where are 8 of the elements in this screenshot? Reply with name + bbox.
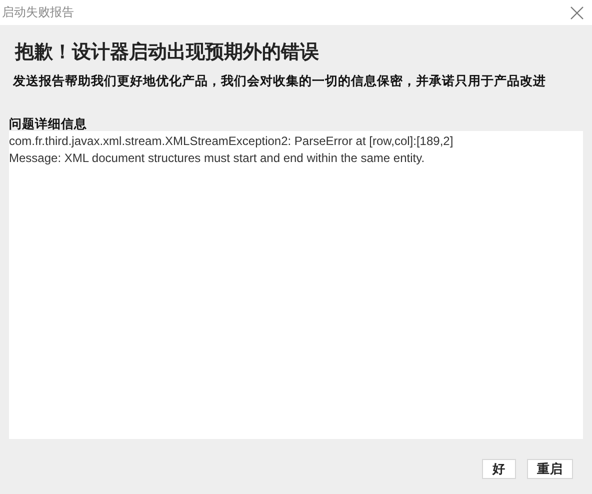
close-icon[interactable] [570, 6, 584, 20]
dialog-button[interactable]: 好 [482, 459, 516, 479]
details-text-area: com.fr.third.javax.xml.stream.XMLStreamException2: ParseError at [row,col]:[189,2] Message: XML document structures must start and end within the same entity. [9, 131, 583, 439]
subtitle-text: 发送报告帮助我们更好地优化产品，我们会对收集的一切的信息保密，并承诺只用于产品改进 [13, 73, 547, 89]
window-title: 启动失败报告 [2, 4, 74, 21]
dialog-button[interactable]: 重启 [527, 459, 573, 479]
error-heading: 抱歉！设计器启动出现预期外的错误 [15, 40, 320, 65]
details-label: 问题详细信息 [9, 116, 88, 131]
